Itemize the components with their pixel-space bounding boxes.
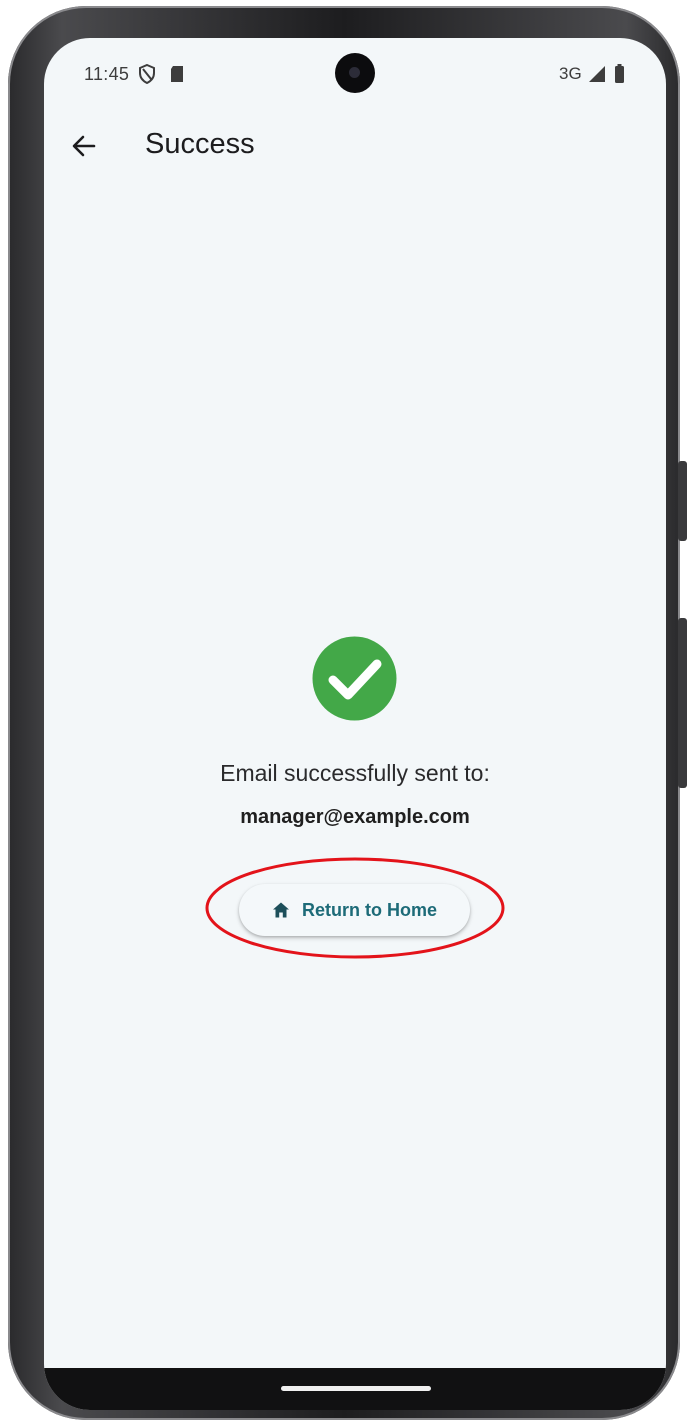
status-time: 11:45	[84, 64, 130, 84]
success-message: Email successfully sent to:	[220, 760, 490, 786]
shield-icon	[139, 64, 155, 84]
check-circle-icon	[312, 636, 397, 721]
side-button-upper	[678, 461, 687, 541]
phone-frame: 11:45 3G Success Email successfully sent	[8, 6, 687, 1420]
battery-icon	[615, 64, 624, 83]
home-icon	[273, 902, 289, 918]
arrow-back-icon[interactable]	[66, 128, 102, 164]
page-title: Success	[145, 128, 255, 160]
signal-icon	[589, 66, 605, 82]
return-home-label: Return to Home	[302, 899, 437, 920]
screen: 11:45 3G Success Email successfully sent	[44, 38, 666, 1410]
return-home-button[interactable]: Return to Home	[239, 884, 470, 936]
home-indicator[interactable]	[281, 1386, 431, 1391]
navigation-bar	[44, 1368, 666, 1410]
recipient-email: manager@example.com	[240, 806, 470, 828]
front-camera	[335, 53, 375, 93]
network-type: 3G	[559, 64, 582, 83]
sd-card-icon	[171, 66, 183, 82]
side-button-lower	[678, 618, 687, 788]
